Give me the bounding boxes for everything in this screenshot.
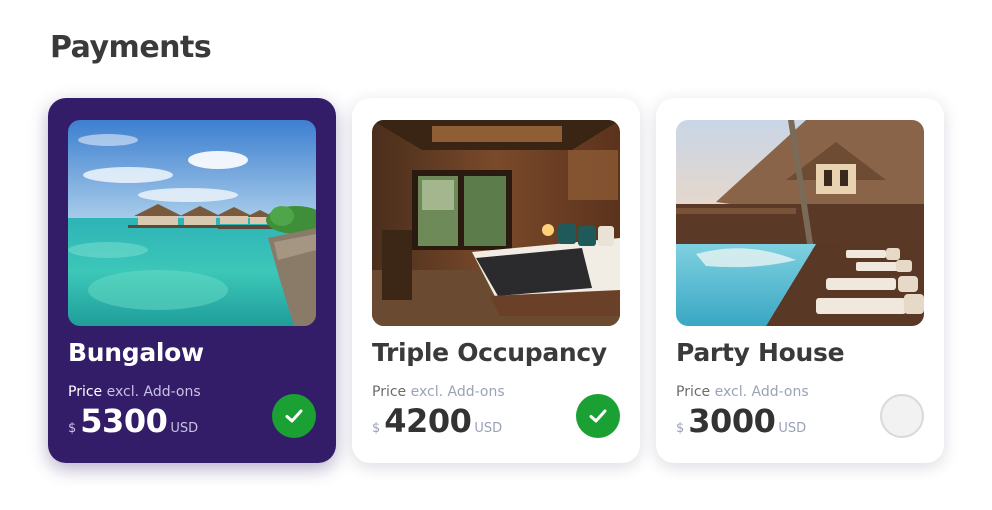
room-card-triple-occupancy[interactable]: Triple Occupancy Price excl. Add-ons $ 4…	[352, 98, 640, 463]
price-amount: $ 4200 USD	[372, 402, 502, 440]
price-note: excl. Add-ons	[106, 384, 201, 400]
price-label: Price excl. Add-ons	[372, 384, 505, 400]
price-word: Price	[372, 384, 407, 400]
amount-value: 5300	[80, 402, 168, 440]
price-note: excl. Add-ons	[410, 384, 505, 400]
selected-check-button[interactable]	[576, 394, 620, 438]
price-amount: $ 3000 USD	[676, 402, 806, 440]
room-card-bungalow[interactable]: Bungalow Price excl. Add-ons $ 5300 USD	[48, 98, 336, 463]
price-word: Price	[676, 384, 711, 400]
hotel-bedroom-photo	[372, 120, 620, 326]
pool-villa-photo	[676, 120, 924, 326]
checkmark-icon	[285, 409, 303, 423]
card-title: Bungalow	[68, 338, 204, 367]
checkmark-icon	[589, 409, 607, 423]
unselected-radio-button[interactable]	[880, 394, 924, 438]
page-title: Payments	[50, 30, 212, 65]
room-card-party-house[interactable]: Party House Price excl. Add-ons $ 3000 U…	[656, 98, 944, 463]
price-label: Price excl. Add-ons	[68, 384, 201, 400]
currency-code: USD	[474, 421, 503, 436]
price-note: excl. Add-ons	[714, 384, 809, 400]
currency-symbol: $	[676, 421, 685, 436]
card-title: Triple Occupancy	[372, 338, 607, 367]
currency-symbol: $	[372, 421, 381, 436]
currency-code: USD	[170, 421, 199, 436]
currency-symbol: $	[68, 421, 77, 436]
card-title: Party House	[676, 338, 845, 367]
price-label: Price excl. Add-ons	[676, 384, 809, 400]
price-amount: $ 5300 USD	[68, 402, 198, 440]
amount-value: 4200	[384, 402, 472, 440]
selected-check-button[interactable]	[272, 394, 316, 438]
price-word: Price	[68, 384, 103, 400]
currency-code: USD	[778, 421, 807, 436]
overwater-bungalow-photo	[68, 120, 316, 326]
amount-value: 3000	[688, 402, 776, 440]
